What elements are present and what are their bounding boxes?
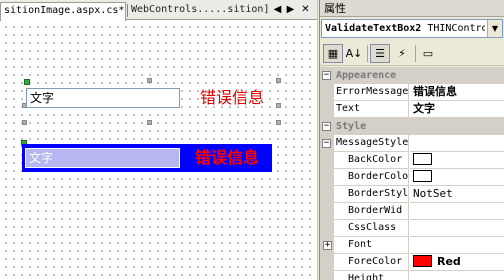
property-name: BackColor [334, 152, 409, 169]
property-row-borderstyle[interactable]: BorderStyl NotSet [320, 186, 504, 203]
property-name: MessageStyle [334, 135, 409, 152]
row-gutter [320, 101, 334, 118]
property-name: BorderColo [334, 169, 409, 186]
properties-icon[interactable]: ☰ [370, 44, 390, 63]
property-row-font[interactable]: + Font [320, 237, 504, 254]
tab-designer-active[interactable]: sitionImage.aspx.cs* [0, 2, 126, 21]
events-icon[interactable]: ⚡ [392, 44, 412, 63]
resize-handle[interactable] [276, 120, 281, 125]
property-name: Text [334, 101, 409, 118]
property-value[interactable] [410, 152, 504, 169]
tab-webcontrols[interactable]: WebControls.....sition] [128, 2, 270, 20]
property-name: Font [334, 237, 409, 254]
forecolor-value: Red [437, 255, 461, 268]
row-gutter: − [320, 135, 334, 152]
color-swatch [413, 153, 432, 165]
expand-icon[interactable]: + [323, 241, 332, 250]
object-selector-value: ValidateTextBox2 THINControls [325, 22, 485, 35]
properties-toolbar: ▦ A↓ ☰ ⚡ ▭ [320, 40, 504, 66]
row-gutter [320, 186, 334, 203]
property-name: ForeColor [334, 254, 409, 271]
categorized-icon[interactable]: ▦ [323, 44, 343, 63]
property-row-errormessage[interactable]: ErrorMessage 错误信息 [320, 84, 504, 101]
row-gutter [320, 220, 334, 237]
property-value[interactable]: 文字 [410, 101, 504, 118]
properties-title: 属性 [324, 2, 346, 15]
object-selector-dropdown[interactable]: ValidateTextBox2 THINControls ▼ [321, 19, 503, 38]
properties-panel: 属性 ValidateTextBox2 THINControls ▼ ▦ A↓ … [320, 0, 504, 280]
object-name: ValidateTextBox2 [325, 23, 422, 34]
property-value[interactable] [410, 135, 504, 152]
collapse-icon[interactable]: − [322, 139, 331, 148]
property-pages-icon[interactable]: ▭ [418, 44, 438, 63]
property-row-backcolor[interactable]: BackColor [320, 152, 504, 169]
row-gutter [320, 271, 334, 280]
tab-scroll-right-icon[interactable]: ▶ [285, 3, 296, 17]
category-style[interactable]: − Style [320, 118, 504, 135]
property-value[interactable] [410, 220, 504, 237]
row-gutter [320, 84, 334, 101]
property-grid: − Appearence ErrorMessage 错误信息 Text 文字 −… [320, 67, 504, 280]
tab-scroll-left-icon[interactable]: ◀ [272, 3, 283, 17]
category-label: Style [336, 121, 367, 132]
color-swatch [413, 170, 432, 182]
property-value[interactable] [410, 203, 504, 220]
row-gutter [320, 169, 334, 186]
validate-textbox-2-error: 错误信息 [195, 148, 260, 167]
property-value[interactable]: NotSet [410, 186, 504, 203]
property-value[interactable] [410, 237, 504, 254]
alphabetical-icon[interactable]: A↓ [344, 44, 364, 63]
resize-handle[interactable] [22, 120, 27, 125]
validate-textbox-2[interactable]: 文字 错误信息 [22, 144, 272, 172]
property-row-cssclass[interactable]: CssClass [320, 220, 504, 237]
category-appearence[interactable]: − Appearence [320, 67, 504, 84]
property-value[interactable]: Red [410, 254, 504, 271]
category-label: Appearence [336, 70, 397, 81]
collapse-icon[interactable]: − [322, 71, 331, 80]
validate-textbox-1-error: 错误信息 [200, 88, 265, 107]
resize-handle[interactable] [147, 78, 152, 83]
document-tabstrip: sitionImage.aspx.cs* WebControls.....sit… [0, 0, 317, 21]
property-row-forecolor[interactable]: ForeColor Red [320, 254, 504, 271]
chevron-down-icon[interactable]: ▼ [487, 20, 502, 37]
collapse-icon[interactable]: − [322, 122, 331, 131]
property-value[interactable] [410, 169, 504, 186]
toolbar-separator [367, 45, 368, 62]
property-name: Height [334, 271, 409, 280]
properties-titlebar: 属性 [320, 0, 504, 17]
property-value[interactable]: 错误信息 [410, 84, 504, 101]
property-row-borderwidth[interactable]: BorderWid [320, 203, 504, 220]
row-gutter: + [320, 237, 334, 254]
property-name: CssClass [334, 220, 409, 237]
property-name: BorderStyl [334, 186, 409, 203]
designer-pane: sitionImage.aspx.cs* WebControls.....sit… [0, 0, 317, 280]
row-gutter [320, 152, 334, 169]
color-swatch [413, 255, 432, 267]
validate-textbox-2-input[interactable]: 文字 [25, 148, 180, 168]
resize-handle[interactable] [147, 120, 152, 125]
property-name: BorderWid [334, 203, 409, 220]
row-gutter [320, 203, 334, 220]
tab-close-icon[interactable]: ✕ [300, 3, 311, 17]
property-value[interactable] [410, 271, 504, 280]
resize-handle[interactable] [276, 78, 281, 83]
property-row-bordercolor[interactable]: BorderColo [320, 169, 504, 186]
property-row-text[interactable]: Text 文字 [320, 101, 504, 118]
property-row-messagestyle[interactable]: − MessageStyle [320, 135, 504, 152]
row-gutter [320, 254, 334, 271]
validate-textbox-1-input[interactable]: 文字 [26, 88, 180, 108]
resize-handle[interactable] [276, 103, 281, 108]
object-type: THINControls [427, 23, 485, 34]
control-glyph-icon[interactable] [24, 79, 30, 85]
property-name: ErrorMessage [334, 84, 409, 101]
property-row-height[interactable]: Height [320, 271, 504, 280]
toolbar-separator [415, 45, 416, 62]
